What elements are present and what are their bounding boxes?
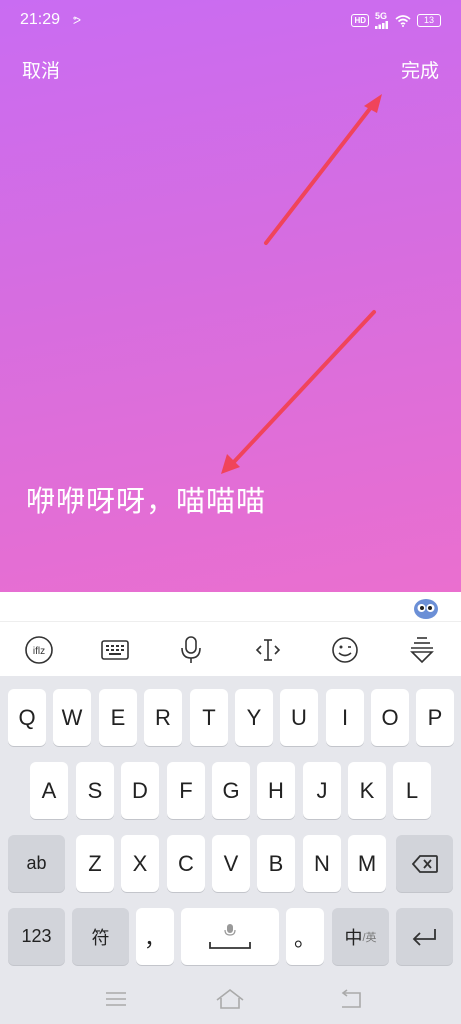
mascot-icon[interactable] bbox=[413, 596, 439, 620]
key-s[interactable]: S bbox=[76, 762, 114, 819]
key-m[interactable]: M bbox=[348, 835, 386, 892]
comma-key[interactable]: ， bbox=[136, 908, 174, 965]
space-bar[interactable] bbox=[181, 908, 279, 965]
keyboard-suggestion-strip bbox=[0, 592, 461, 622]
key-f[interactable]: F bbox=[167, 762, 205, 819]
keyboard-switch-icon[interactable] bbox=[95, 630, 135, 670]
key-q[interactable]: Q bbox=[8, 689, 46, 746]
emoji-icon[interactable] bbox=[325, 630, 365, 670]
language-main-label: 中 bbox=[344, 927, 363, 948]
system-navigation-bar bbox=[0, 976, 461, 1024]
key-j[interactable]: J bbox=[303, 762, 341, 819]
arrow-to-caption bbox=[230, 310, 376, 466]
shift-button[interactable]: ab bbox=[8, 835, 65, 892]
keyboard-toolbar: iflz bbox=[0, 622, 461, 676]
cursor-move-icon[interactable] bbox=[248, 630, 288, 670]
key-n[interactable]: N bbox=[303, 835, 341, 892]
key-e[interactable]: E bbox=[99, 689, 137, 746]
arrow-to-done bbox=[264, 104, 374, 245]
key-b[interactable]: B bbox=[257, 835, 295, 892]
enter-button[interactable] bbox=[396, 908, 453, 965]
collapse-keyboard-icon[interactable] bbox=[402, 630, 442, 670]
ime-logo-icon[interactable]: iflz bbox=[19, 630, 59, 670]
space-mic-icon bbox=[209, 923, 251, 949]
key-l[interactable]: L bbox=[393, 762, 431, 819]
key-p[interactable]: P bbox=[416, 689, 454, 746]
key-y[interactable]: Y bbox=[235, 689, 273, 746]
key-a[interactable]: A bbox=[30, 762, 68, 819]
key-i[interactable]: I bbox=[326, 689, 364, 746]
language-sub-label: /英 bbox=[362, 931, 377, 944]
key-d[interactable]: D bbox=[121, 762, 159, 819]
key-z[interactable]: Z bbox=[76, 835, 114, 892]
key-x[interactable]: X bbox=[121, 835, 159, 892]
key-o[interactable]: O bbox=[371, 689, 409, 746]
key-g[interactable]: G bbox=[212, 762, 250, 819]
enter-icon bbox=[412, 928, 436, 946]
key-c[interactable]: C bbox=[167, 835, 205, 892]
symbol-mode-button[interactable]: 符 bbox=[72, 908, 129, 965]
key-w[interactable]: W bbox=[53, 689, 91, 746]
key-t[interactable]: T bbox=[190, 689, 228, 746]
backspace-button[interactable] bbox=[396, 835, 453, 892]
microphone-icon[interactable] bbox=[171, 630, 211, 670]
back-icon[interactable] bbox=[336, 986, 366, 1012]
caption-text[interactable]: 咿咿呀呀，喵喵喵 bbox=[26, 478, 266, 520]
key-v[interactable]: V bbox=[212, 835, 250, 892]
key-k[interactable]: K bbox=[348, 762, 386, 819]
key-u[interactable]: U bbox=[280, 689, 318, 746]
keyboard-keys: Q W E R T Y U I O P A S D F G H J K L ab… bbox=[0, 676, 461, 976]
language-switch-button[interactable]: 中/英 bbox=[332, 908, 389, 965]
photo-canvas: 21:29 ᕗ HD 5G 13 取消 完成 咿咿呀呀，喵喵喵 bbox=[0, 0, 461, 592]
backspace-icon bbox=[411, 854, 438, 873]
home-icon[interactable] bbox=[215, 986, 245, 1012]
number-mode-button[interactable]: 123 bbox=[8, 908, 65, 965]
key-h[interactable]: H bbox=[257, 762, 295, 819]
menu-icon[interactable] bbox=[101, 986, 131, 1012]
svg-text:iflz: iflz bbox=[33, 646, 45, 657]
period-key[interactable]: 。 bbox=[286, 908, 324, 965]
key-r[interactable]: R bbox=[144, 689, 182, 746]
